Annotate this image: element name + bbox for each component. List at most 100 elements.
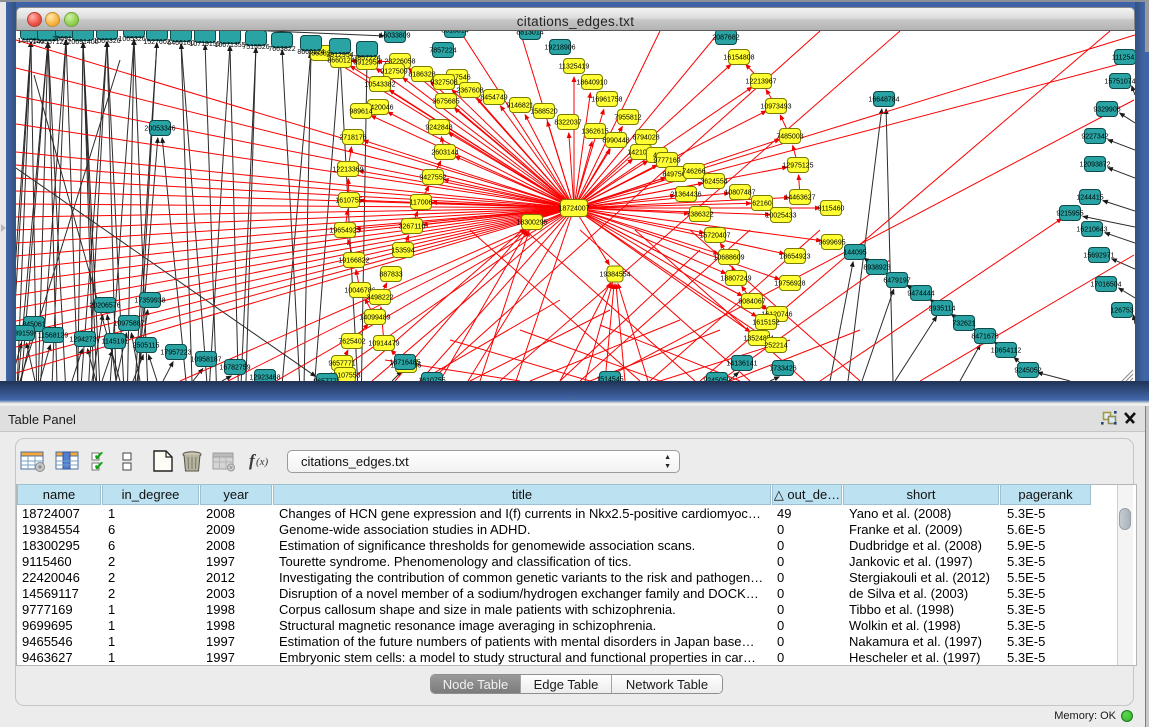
svg-text:12213967: 12213967	[745, 78, 776, 85]
svg-text:8471676: 8471676	[971, 333, 998, 340]
svg-text:1145191: 1145191	[102, 338, 129, 345]
svg-text:20206576: 20206576	[89, 302, 120, 309]
svg-text:8454749: 8454749	[480, 94, 507, 101]
svg-text:16782759: 16782759	[219, 364, 250, 371]
svg-text:126753: 126753	[1110, 307, 1133, 314]
svg-text:17957223: 17957223	[160, 349, 191, 356]
svg-text:10807487: 10807487	[724, 189, 755, 196]
svg-text:9242848: 9242848	[425, 124, 452, 131]
svg-text:8813014: 8813014	[516, 31, 543, 36]
svg-text:9084067: 9084067	[738, 298, 765, 305]
svg-text:8186328: 8186328	[408, 71, 435, 78]
svg-text:19218906: 19218906	[544, 44, 575, 51]
svg-text:✔: ✔	[94, 459, 104, 473]
svg-text:3675685: 3675685	[432, 98, 459, 105]
svg-text:9657771: 9657771	[328, 360, 355, 367]
svg-text:13716485: 13716485	[389, 359, 420, 366]
svg-text:10025433: 10025433	[765, 212, 796, 219]
svg-text:2935114: 2935114	[929, 305, 956, 312]
svg-text:18654923: 18654923	[779, 253, 810, 260]
svg-text:8322037: 8322037	[554, 119, 581, 126]
svg-text:7515526: 7515526	[242, 44, 269, 51]
svg-text:7485003: 7485003	[776, 133, 803, 140]
svg-text:9327508: 9327508	[430, 79, 457, 86]
svg-text:7625402: 7625402	[338, 338, 365, 345]
svg-text:8813014: 8813014	[441, 31, 468, 34]
svg-text:18807249: 18807249	[720, 275, 751, 282]
svg-text:7857224: 7857224	[429, 47, 456, 54]
svg-text:3912954: 3912954	[326, 52, 353, 59]
svg-text:12923468: 12923468	[249, 374, 280, 381]
svg-text:17016504: 17016504	[1090, 281, 1121, 288]
svg-text:19166822: 19166822	[338, 257, 369, 264]
svg-text:7857224: 7857224	[353, 55, 380, 62]
svg-text:153594: 153594	[391, 247, 414, 254]
svg-text:19384554: 19384554	[599, 271, 630, 278]
svg-text:17359938: 17359938	[134, 297, 165, 304]
svg-text:2505115: 2505115	[133, 342, 160, 349]
svg-text:(x): (x)	[256, 456, 269, 468]
svg-text:9329906: 9329906	[1093, 106, 1120, 113]
svg-text:16961758: 16961758	[591, 96, 622, 103]
svg-text:1065326: 1065326	[93, 38, 120, 45]
svg-text:20053346: 20053346	[144, 125, 175, 132]
svg-text:18300295: 18300295	[516, 219, 547, 226]
svg-text:10543382: 10543382	[364, 81, 395, 88]
svg-text:1610755: 1610755	[335, 197, 362, 204]
svg-text:887833: 887833	[379, 271, 402, 278]
svg-text:7955812: 7955812	[614, 114, 641, 121]
svg-text:11568129: 11568129	[38, 332, 69, 339]
svg-text:12093872: 12093872	[1079, 161, 1110, 168]
svg-text:15692971: 15692971	[1083, 252, 1114, 259]
svg-text:9227342: 9227342	[1081, 133, 1108, 140]
svg-text:1588520: 1588520	[530, 108, 557, 115]
svg-text:746266: 746266	[682, 168, 705, 175]
svg-text:2367608: 2367608	[456, 87, 483, 94]
svg-text:18724007: 18724007	[558, 205, 589, 212]
svg-text:10975887: 10975887	[113, 320, 144, 327]
svg-text:9215955: 9215955	[1056, 210, 1083, 217]
svg-text:1733426: 1733426	[769, 365, 796, 372]
svg-text:9777169: 9777169	[653, 157, 680, 164]
svg-text:6794028: 6794028	[632, 134, 659, 141]
svg-text:1244415: 1244415	[1076, 194, 1103, 201]
svg-text:3624554: 3624554	[700, 178, 727, 185]
svg-text:15720407: 15720407	[699, 232, 730, 239]
svg-text:144095: 144095	[843, 249, 866, 256]
svg-text:2603144: 2603144	[431, 149, 458, 156]
svg-text:6990448: 6990448	[602, 137, 629, 144]
svg-text:9127509: 9127509	[380, 68, 407, 75]
svg-text:7663822: 7663822	[268, 46, 295, 53]
svg-text:9699695: 9699695	[818, 239, 845, 246]
svg-text:16033809: 16033809	[379, 32, 410, 39]
svg-text:16648784: 16648784	[868, 96, 899, 103]
svg-text:10958187: 10958187	[190, 356, 221, 363]
svg-text:12213369: 12213369	[332, 166, 363, 173]
svg-text:14136141: 14136141	[726, 360, 757, 367]
svg-text:11325419: 11325419	[559, 63, 590, 70]
svg-text:10973493: 10973493	[760, 103, 791, 110]
svg-text:9427552: 9427552	[419, 174, 446, 181]
svg-text:10914479: 10914479	[368, 340, 399, 347]
svg-text:19756928: 19756928	[774, 280, 805, 287]
svg-text:8660124: 8660124	[297, 49, 324, 56]
svg-text:62160: 62160	[752, 200, 772, 207]
svg-text:252214: 252214	[764, 342, 787, 349]
svg-text:9115460: 9115460	[818, 205, 845, 212]
svg-text:14099489: 14099489	[359, 314, 390, 321]
svg-text:3498222: 3498222	[366, 294, 393, 301]
svg-text:117006: 117006	[410, 199, 433, 206]
svg-text:10688609: 10688609	[713, 254, 744, 261]
svg-text:39159: 39159	[16, 330, 34, 337]
svg-text:989614: 989614	[349, 108, 372, 115]
svg-text:18640910: 18640910	[576, 79, 607, 86]
svg-text:1362615: 1362615	[581, 128, 608, 135]
svg-text:14463627: 14463627	[784, 194, 815, 201]
svg-text:10654112: 10654112	[991, 347, 1022, 354]
svg-text:12975125: 12975125	[782, 162, 813, 169]
svg-text:732621: 732621	[952, 320, 975, 327]
svg-text:19654923: 19654923	[329, 227, 360, 234]
svg-text:6479197: 6479197	[883, 277, 910, 284]
svg-text:9474444: 9474444	[907, 290, 934, 297]
svg-text:12942737: 12942737	[69, 336, 100, 343]
